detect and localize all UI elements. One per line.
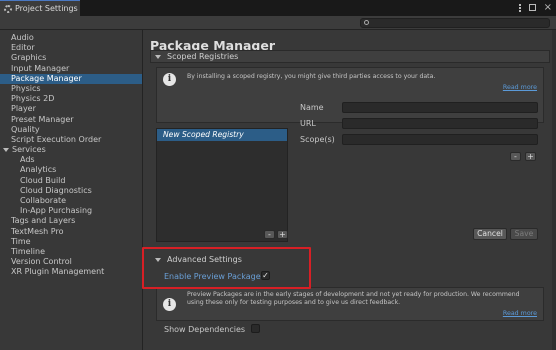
sidebar-item-physics-2d[interactable]: Physics 2D <box>0 94 142 104</box>
window-controls: × <box>518 2 552 14</box>
sidebar-item-label: Time <box>11 236 31 246</box>
scoped-registries-title: Scoped Registries <box>167 52 239 61</box>
scopes-field[interactable] <box>342 134 538 145</box>
sidebar-item-label: Quality <box>11 124 40 134</box>
scoped-info-text: By installing a scoped registry, you mig… <box>187 73 436 80</box>
kebab-menu-icon[interactable] <box>518 2 521 14</box>
cancel-button[interactable]: Cancel <box>473 228 507 240</box>
preview-info-box: i Preview Packages are in the early stag… <box>156 287 544 321</box>
chevron-down-icon[interactable] <box>3 147 9 152</box>
url-field[interactable] <box>342 118 538 129</box>
url-label: URL <box>300 119 316 128</box>
preview-read-more-link[interactable]: Read more <box>503 310 537 317</box>
sidebar-item-label: Input Manager <box>11 63 70 73</box>
preview-info-text-line1: Preview Packages are in the early stages… <box>187 291 520 298</box>
registry-list-item[interactable]: New Scoped Registry <box>157 129 287 141</box>
sidebar-item-timeline[interactable]: Timeline <box>0 247 142 257</box>
settings-toolbar <box>0 16 556 30</box>
chevron-down-icon <box>155 54 161 59</box>
sidebar-item-input-manager[interactable]: Input Manager <box>0 64 142 74</box>
sidebar-item-label: Cloud Diagnostics <box>20 185 92 195</box>
info-icon: i <box>163 298 176 311</box>
sidebar-item-label: TextMesh Pro <box>11 226 64 236</box>
sidebar-item-label: Audio <box>11 33 34 42</box>
settings-sidebar: Audio Editor Graphics Input Manager Package … <box>0 30 143 350</box>
sidebar-item-in-app-purchasing[interactable]: In-App Purchasing <box>0 206 142 216</box>
name-field[interactable] <box>342 102 538 113</box>
add-registry-button[interactable]: + <box>277 230 288 239</box>
sidebar-item-physics[interactable]: Physics <box>0 84 142 94</box>
sidebar-item-label: Physics 2D <box>11 94 55 104</box>
scoped-registries-header[interactable]: Scoped Registries <box>150 50 550 63</box>
show-dependencies-label: Show Dependencies <box>164 325 246 334</box>
sidebar-item-label: Version Control <box>11 257 72 267</box>
sidebar-item-label: Ads <box>20 155 35 165</box>
add-scope-button[interactable]: + <box>525 152 536 161</box>
sidebar-item-collaborate[interactable]: Collaborate <box>0 196 142 206</box>
sidebar-item-label: Physics <box>11 83 41 93</box>
restore-icon[interactable] <box>528 4 536 11</box>
sidebar-item-label: Package Manager <box>11 73 82 83</box>
sidebar-item-label: Collaborate <box>20 196 67 205</box>
show-dependencies-checkbox[interactable] <box>251 324 260 333</box>
sidebar-item-textmesh-pro[interactable]: TextMesh Pro <box>0 227 142 237</box>
highlight-outline <box>142 247 311 289</box>
title-bar: Project Settings × <box>0 0 556 16</box>
sidebar-item-package-manager[interactable]: Package Manager <box>0 73 142 84</box>
sidebar-item-label: Analytics <box>20 165 57 175</box>
sidebar-item-services[interactable]: Services <box>0 145 142 155</box>
remove-scope-button[interactable]: - <box>510 152 521 161</box>
scoped-read-more-link[interactable]: Read more <box>503 84 537 91</box>
sidebar-item-cloud-build[interactable]: Cloud Build <box>0 176 142 186</box>
name-label: Name <box>300 103 324 112</box>
sidebar-item-tags-and-layers[interactable]: Tags and Layers <box>0 216 142 226</box>
sidebar-item-script-execution-order[interactable]: Script Execution Order <box>0 135 142 145</box>
sidebar-item-preset-manager[interactable]: Preset Manager <box>0 115 142 125</box>
sidebar-item-version-control[interactable]: Version Control <box>0 257 142 267</box>
sidebar-item-label: Cloud Build <box>20 175 66 185</box>
info-icon: i <box>163 73 176 86</box>
sidebar-item-label: Timeline <box>11 246 46 256</box>
remove-registry-button[interactable]: - <box>264 230 275 239</box>
sidebar-item-editor[interactable]: Editor <box>0 43 142 53</box>
sidebar-item-label: Preset Manager <box>11 114 74 124</box>
scrollbar[interactable] <box>552 30 556 350</box>
sidebar-item-label: Editor <box>11 43 35 53</box>
project-settings-tab[interactable]: Project Settings <box>0 0 80 16</box>
sidebar-item-time[interactable]: Time <box>0 237 142 247</box>
search-input[interactable] <box>360 18 550 28</box>
scopes-label: Scope(s) <box>300 135 335 144</box>
gear-icon <box>4 4 12 13</box>
sidebar-item-label: Graphics <box>11 53 47 63</box>
sidebar-item-label: Tags and Layers <box>11 216 76 226</box>
sidebar-item-label: Player <box>11 104 36 114</box>
registry-list: New Scoped Registry <box>156 128 288 242</box>
main-panel: Package Manager Scoped Registries i By i… <box>144 30 556 350</box>
sidebar-item-xr-plugin-management[interactable]: XR Plugin Management <box>0 267 142 277</box>
close-icon[interactable]: × <box>544 2 552 14</box>
preview-info-text-line2: using these only for testing purposes an… <box>187 299 401 306</box>
tab-title: Project Settings <box>15 4 78 13</box>
sidebar-item-quality[interactable]: Quality <box>0 125 142 135</box>
sidebar-item-label: Services <box>12 145 46 155</box>
sidebar-item-audio[interactable]: Audio <box>0 33 142 43</box>
sidebar-item-player[interactable]: Player <box>0 104 142 114</box>
sidebar-item-graphics[interactable]: Graphics <box>0 53 142 63</box>
search-icon <box>364 20 369 25</box>
sidebar-item-label: In-App Purchasing <box>20 206 93 216</box>
sidebar-item-analytics[interactable]: Analytics <box>0 165 142 175</box>
sidebar-item-label: Script Execution Order <box>11 134 102 144</box>
sidebar-item-label: XR Plugin Management <box>11 267 105 277</box>
scoped-info-box: i By installing a scoped registry, you m… <box>156 67 544 123</box>
sidebar-item-ads[interactable]: Ads <box>0 155 142 165</box>
sidebar-item-cloud-diagnostics[interactable]: Cloud Diagnostics <box>0 186 142 196</box>
save-button[interactable]: Save <box>510 228 538 240</box>
